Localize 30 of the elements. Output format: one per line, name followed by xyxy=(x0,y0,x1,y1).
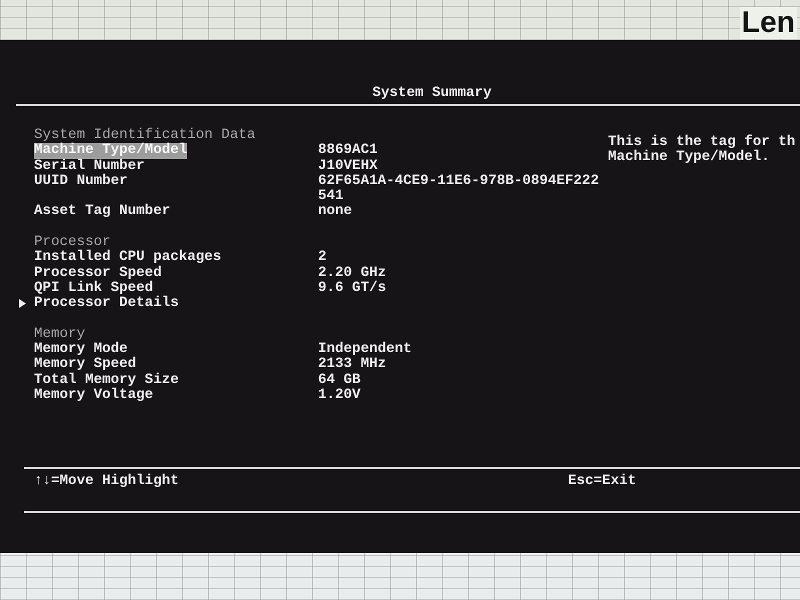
menu-item[interactable]: Total Memory Size xyxy=(34,372,179,388)
menu-item[interactable]: Memory Mode xyxy=(34,342,128,358)
logo-text: Len xyxy=(740,7,797,39)
menu-item[interactable]: Installed CPU packages xyxy=(34,250,222,266)
menu-item[interactable]: QPI Link Speed xyxy=(34,280,154,296)
key-hint: ↑↓=Move Highlight xyxy=(34,474,179,490)
field-value: 2133 MHz xyxy=(318,357,386,373)
field-value: 2 xyxy=(318,250,327,266)
menu-item[interactable]: Serial Number xyxy=(34,158,145,174)
field-value: 9.6 GT/s xyxy=(318,280,386,296)
section-heading: Memory xyxy=(34,326,86,342)
submenu-item[interactable]: Processor Details xyxy=(34,296,179,312)
menu-item[interactable]: Memory Voltage xyxy=(34,388,154,404)
field-value: 1.20V xyxy=(318,388,361,404)
field-value: 64 GB xyxy=(318,372,361,388)
menu-item[interactable]: UUID Number xyxy=(34,174,128,190)
field-value: 8869AC1 xyxy=(318,143,378,159)
field-value: none xyxy=(318,204,352,220)
menu-item[interactable]: Asset Tag Number xyxy=(34,204,170,220)
field-value: J10VEHX xyxy=(318,158,378,174)
menu-item[interactable]: Memory Speed xyxy=(34,357,136,373)
submenu-arrow-icon xyxy=(19,299,26,308)
help-text: This is the tag for th Machine Type/Model. xyxy=(608,135,796,166)
section-heading: System Identification Data xyxy=(34,128,256,143)
key-hint: Esc=Exit xyxy=(568,474,636,490)
field-value: 2.20 GHz xyxy=(318,266,386,281)
field-value: Independent xyxy=(318,342,412,358)
menu-item[interactable]: Processor Speed xyxy=(34,266,162,281)
section-heading: Processor xyxy=(34,235,111,250)
screen-title: System Summary xyxy=(372,85,492,101)
